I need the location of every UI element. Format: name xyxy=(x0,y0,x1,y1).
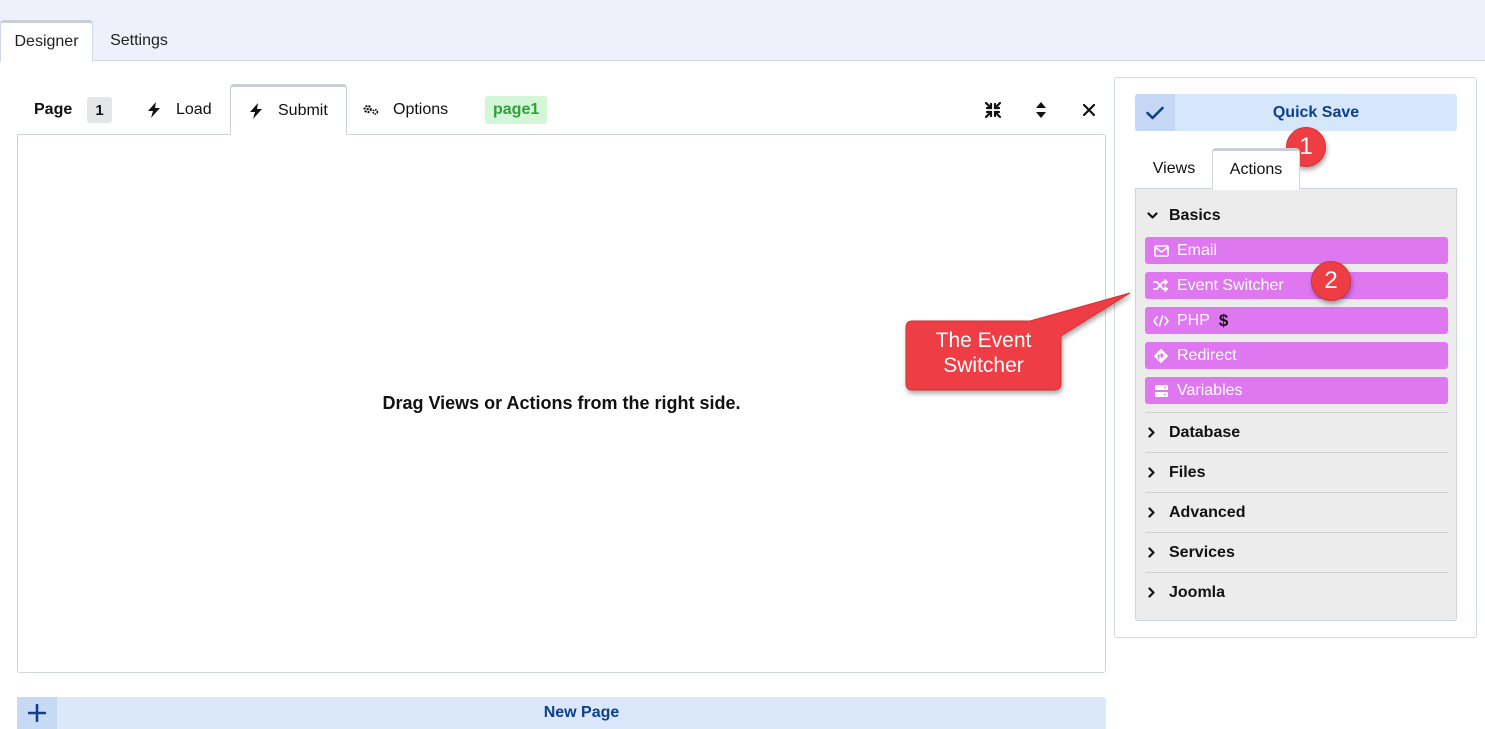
tab-load[interactable]: Load xyxy=(146,84,224,135)
action-item-label: Email xyxy=(1177,241,1218,259)
tab-designer[interactable]: Designer xyxy=(0,20,93,62)
chevron-down-icon xyxy=(1146,212,1158,220)
category-basics-label: Basics xyxy=(1169,207,1221,224)
tab-submit[interactable]: Submit xyxy=(230,84,347,135)
tab-submit-label: Submit xyxy=(278,101,328,119)
category-basics[interactable]: Basics xyxy=(1146,196,1448,236)
category-label: Advanced xyxy=(1169,503,1246,521)
premium-dollar-icon: $ xyxy=(1218,310,1229,330)
action-item-email[interactable]: Email xyxy=(1145,237,1448,264)
action-item-label: PHP xyxy=(1177,311,1210,329)
new-page-label: New Page xyxy=(543,704,620,721)
callout-label: The Event Switcher xyxy=(935,329,1032,377)
top-tab-strip: Designer Settings xyxy=(0,0,1485,62)
tab-options[interactable]: Options xyxy=(363,84,448,135)
quick-save-label: Quick Save xyxy=(1272,103,1360,121)
actions-list: Basics Email Event Switcher PHP $ Redire… xyxy=(1135,188,1457,621)
tab-settings-label: Settings xyxy=(110,32,168,49)
category-services[interactable]: Services xyxy=(1146,532,1448,572)
canvas-empty-message: Drag Views or Actions from the right sid… xyxy=(382,393,741,413)
cogs-icon xyxy=(363,102,379,118)
bolt-icon xyxy=(146,101,162,118)
tab-views[interactable]: Views xyxy=(1135,148,1213,190)
server-icon xyxy=(1153,383,1169,399)
new-page-button[interactable]: New Page xyxy=(17,697,1106,729)
chevron-right-icon xyxy=(1146,427,1158,438)
category-files[interactable]: Files xyxy=(1146,452,1448,492)
tab-settings[interactable]: Settings xyxy=(100,20,178,62)
step-badge-2: 2 xyxy=(1311,261,1351,301)
action-item-event-switcher[interactable]: Event Switcher xyxy=(1145,272,1448,299)
compress-icon[interactable] xyxy=(983,100,1003,120)
close-icon[interactable] xyxy=(1079,100,1099,120)
page-alias-badge[interactable]: page1 xyxy=(485,96,548,124)
shuffle-icon xyxy=(1153,278,1169,294)
tab-designer-label: Designer xyxy=(14,33,79,50)
action-item-label: Variables xyxy=(1177,381,1243,399)
code-icon xyxy=(1153,313,1169,329)
action-item-variables[interactable]: Variables xyxy=(1145,377,1448,404)
action-item-redirect[interactable]: Redirect xyxy=(1145,342,1448,369)
page-number-badge: 1 xyxy=(87,97,112,123)
category-label: Services xyxy=(1169,543,1235,561)
designer-tab-bar: Page 1 Load Submit Options page1 xyxy=(17,84,1106,135)
category-joomla[interactable]: Joomla xyxy=(1146,572,1448,612)
quick-save-button[interactable]: Quick Save xyxy=(1135,94,1457,131)
check-icon xyxy=(1135,94,1175,131)
chevron-right-icon xyxy=(1146,507,1158,518)
drop-canvas[interactable]: Drag Views or Actions from the right sid… xyxy=(17,134,1106,673)
envelope-icon xyxy=(1153,243,1169,259)
action-item-label: Redirect xyxy=(1177,346,1237,364)
tab-actions[interactable]: Actions xyxy=(1212,148,1300,190)
category-label: Joomla xyxy=(1169,583,1226,601)
chevron-right-icon xyxy=(1146,587,1158,598)
action-item-php[interactable]: PHP $ xyxy=(1145,307,1448,334)
chevron-right-icon xyxy=(1146,547,1158,558)
sort-icon[interactable] xyxy=(1031,100,1051,120)
category-label: Database xyxy=(1169,423,1241,441)
designer-panel: Page 1 Load Submit Options page1 Drag Vi… xyxy=(17,84,1106,673)
right-panel: Quick Save Views Actions Basics Email Ev… xyxy=(1114,77,1477,638)
tab-views-label: Views xyxy=(1152,160,1196,177)
tab-options-label: Options xyxy=(393,100,449,118)
category-advanced[interactable]: Advanced xyxy=(1146,492,1448,532)
tab-load-label: Load xyxy=(176,100,212,118)
directions-icon xyxy=(1153,348,1169,364)
action-item-label: Event Switcher xyxy=(1177,276,1284,294)
chevron-right-icon xyxy=(1146,467,1158,478)
category-label: Files xyxy=(1169,463,1206,481)
plus-icon xyxy=(17,697,57,729)
page-label-text: Page xyxy=(34,100,73,118)
tab-actions-label: Actions xyxy=(1229,161,1283,178)
page-label: Page xyxy=(34,84,72,135)
category-database[interactable]: Database xyxy=(1146,412,1448,452)
bolt-icon xyxy=(248,102,264,119)
